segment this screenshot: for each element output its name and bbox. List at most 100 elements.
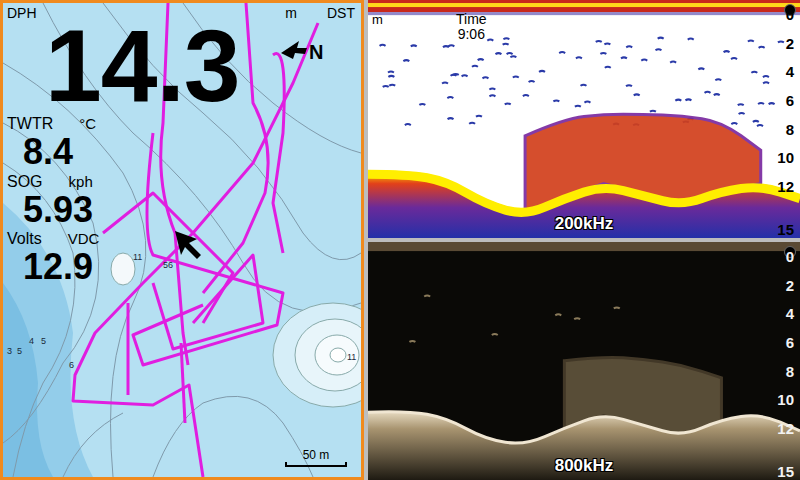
readout-unit: °C bbox=[79, 115, 96, 132]
fish-arch bbox=[739, 113, 745, 114]
shoal-island bbox=[273, 303, 361, 407]
fish-arch bbox=[380, 45, 386, 46]
sonar-echo-chart bbox=[368, 0, 800, 238]
fish-arch bbox=[403, 60, 409, 61]
scale-bar: 50 m bbox=[285, 448, 347, 467]
depth-unit: m bbox=[372, 12, 383, 27]
fish-arch bbox=[574, 318, 580, 319]
surface-clutter bbox=[368, 0, 800, 15]
fish-arch bbox=[714, 94, 720, 95]
depth-tick: 2 bbox=[786, 35, 794, 50]
depth-tick: 8 bbox=[786, 363, 794, 378]
depth-sounding: 5 bbox=[41, 337, 46, 346]
fish-arch bbox=[769, 103, 775, 104]
fish-arch bbox=[698, 68, 704, 69]
fish-arch bbox=[405, 124, 411, 125]
fish-arch bbox=[731, 58, 737, 59]
fish-arch bbox=[559, 52, 565, 53]
bottom-line bbox=[368, 174, 800, 212]
depth-sounding: 56 bbox=[163, 261, 173, 270]
fish-arch bbox=[705, 92, 711, 93]
track-line bbox=[127, 303, 130, 395]
depth-tick: 4 bbox=[786, 64, 794, 79]
fish-arch bbox=[492, 334, 498, 335]
fish-arch bbox=[462, 75, 468, 76]
fish-arch bbox=[778, 41, 784, 42]
data-overlay: DPHmDST14.3TWTR°C8.4SOGkph5.93VoltsVDC12… bbox=[3, 3, 361, 286]
fish-arch bbox=[759, 47, 765, 48]
fish-arch bbox=[763, 76, 769, 77]
fish-arch bbox=[655, 49, 661, 50]
fish-arch bbox=[482, 77, 488, 78]
fish-arch bbox=[451, 75, 457, 76]
depth-tick: 12 bbox=[777, 178, 794, 193]
depth-tick: 6 bbox=[786, 335, 794, 350]
fish-arch bbox=[383, 86, 389, 87]
depth-tick: 6 bbox=[786, 93, 794, 108]
readout-value: 12.9 bbox=[23, 248, 355, 286]
depth-tick: 15 bbox=[777, 463, 794, 478]
surface-clutter bbox=[368, 242, 800, 251]
fish-arch bbox=[626, 85, 632, 86]
fishfinder-screen: 35456115611DPHmDST14.3TWTR°C8.4SOGkph5.9… bbox=[0, 0, 800, 480]
depth-contour bbox=[63, 413, 123, 477]
depth-sounding: 11 bbox=[133, 253, 142, 262]
fish-arch bbox=[442, 82, 448, 83]
fish-arch bbox=[576, 57, 582, 58]
fish-arch bbox=[476, 116, 482, 117]
fish-arch bbox=[424, 295, 430, 296]
fish-arch bbox=[510, 56, 516, 57]
fish-arch bbox=[575, 106, 581, 107]
fish-arch bbox=[529, 81, 535, 82]
track-line bbox=[103, 193, 233, 323]
fish-arch bbox=[489, 95, 495, 96]
fish-arch bbox=[751, 72, 757, 73]
readout-value: 5.93 bbox=[23, 191, 355, 229]
fish-arch bbox=[469, 123, 475, 124]
fish-arch bbox=[724, 51, 730, 52]
depth-tick: 0 bbox=[786, 7, 794, 22]
readout-label: Volts bbox=[7, 230, 42, 248]
fish-arch bbox=[553, 100, 559, 101]
track-line bbox=[273, 54, 284, 253]
fish-arch bbox=[685, 99, 691, 100]
fish-arch bbox=[605, 67, 611, 68]
bottom-area bbox=[368, 412, 800, 480]
track-line bbox=[181, 343, 185, 423]
fish-arch bbox=[448, 45, 454, 46]
fish-arch bbox=[447, 97, 453, 98]
north-arrow-icon bbox=[281, 39, 307, 59]
fish-arch bbox=[443, 46, 449, 47]
fish-arch bbox=[478, 59, 484, 60]
fish-arch bbox=[626, 46, 632, 47]
fish-arch bbox=[487, 40, 493, 41]
readout-label: SOG bbox=[7, 173, 43, 191]
sonar-panel: mTime9:0602468101215200kHz bbox=[368, 0, 800, 238]
depth-tick: 10 bbox=[777, 392, 794, 407]
sonar-echo-chart bbox=[368, 242, 800, 480]
time-readout: Time9:06 bbox=[456, 12, 487, 43]
depth-tick: 10 bbox=[777, 150, 794, 165]
frequency-label: 800kHz bbox=[555, 456, 614, 476]
fish-arch bbox=[757, 125, 763, 126]
fish-arch bbox=[604, 43, 610, 44]
fish-arch bbox=[600, 53, 606, 54]
fish-arch bbox=[411, 45, 417, 46]
fish-arch bbox=[539, 71, 545, 72]
fish-arch bbox=[763, 82, 769, 83]
chart-panel: 35456115611DPHmDST14.3TWTR°C8.4SOGkph5.9… bbox=[0, 0, 364, 480]
distance-label: DST bbox=[327, 6, 355, 21]
fish-arch bbox=[738, 104, 744, 105]
overlay-header: DPH m DST bbox=[7, 5, 355, 23]
track-line bbox=[153, 255, 263, 349]
depth-unit: m bbox=[285, 6, 297, 21]
depth-scale: 02468101215 bbox=[772, 0, 800, 238]
sonar-column: mTime9:0602468101215200kHz02468101215800… bbox=[368, 0, 800, 480]
fish-arch bbox=[503, 44, 509, 45]
fish-arch bbox=[503, 38, 509, 39]
bottom-line bbox=[368, 412, 800, 443]
depth-sounding: 11 bbox=[347, 353, 356, 362]
fish-arch bbox=[614, 307, 620, 308]
depth-label: DPH bbox=[7, 6, 37, 21]
fish-arch bbox=[658, 38, 664, 39]
